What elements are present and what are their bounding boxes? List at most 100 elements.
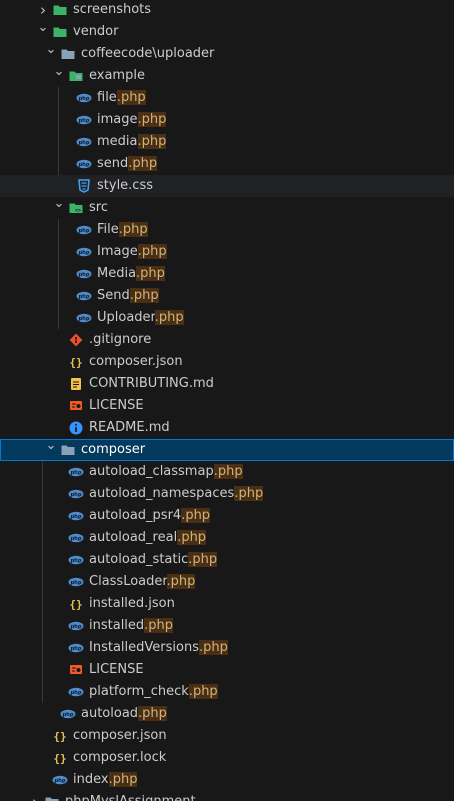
svg-text:php: php	[78, 272, 89, 278]
tree-file-row[interactable]: {} composer.lock	[0, 747, 454, 769]
tree-file-row[interactable]: README.md	[0, 417, 454, 439]
chevron-down-icon[interactable]: ⌄	[51, 61, 67, 83]
tree-folder-row[interactable]: › phpMyslAssignment	[0, 791, 454, 801]
name-text: image	[97, 112, 138, 127]
example-folder-icon	[68, 68, 84, 84]
tree-file-row[interactable]: php ClassLoader.php	[0, 571, 454, 593]
extension-text: .php	[166, 574, 196, 589]
tree-file-row[interactable]: php autoload_namespaces.php	[0, 483, 454, 505]
extension-text: .php	[129, 288, 159, 303]
php-file-icon: php	[68, 486, 84, 502]
svg-text:php: php	[70, 492, 81, 498]
extension-text: .php	[108, 772, 138, 787]
src-folder-icon: <>	[68, 200, 84, 216]
name-text: LICENSE	[89, 398, 144, 413]
svg-text:php: php	[54, 778, 65, 784]
file-name: File.php	[97, 219, 148, 241]
tree-file-row[interactable]: php media.php	[0, 131, 454, 153]
vendor-folder-icon	[52, 24, 68, 40]
tree-file-row[interactable]: php Uploader.php	[0, 307, 454, 329]
tree-file-row[interactable]: LICENSE	[0, 395, 454, 417]
tree-file-row[interactable]: php autoload_real.php	[0, 527, 454, 549]
chevron-down-icon[interactable]: ⌄	[51, 193, 67, 215]
tree-file-row[interactable]: php installed.php	[0, 615, 454, 637]
tree-folder-row[interactable]: › screenshots	[0, 0, 454, 21]
file-name: autoload_namespaces.php	[89, 483, 264, 505]
tree-file-row[interactable]: LICENSE	[0, 659, 454, 681]
svg-text:php: php	[78, 162, 89, 168]
tree-file-row[interactable]: php autoload.php	[0, 703, 454, 725]
tree-file-row[interactable]: php autoload_static.php	[0, 549, 454, 571]
name-text: media	[97, 134, 138, 149]
name-text: coffeecode\uploader	[81, 46, 215, 61]
extension-text: .php	[118, 222, 148, 237]
svg-text:php: php	[70, 470, 81, 476]
svg-text:php: php	[78, 140, 89, 146]
chevron-right-icon[interactable]: ›	[27, 791, 43, 801]
tree-file-row[interactable]: style.css	[0, 175, 454, 197]
tree-folder-row[interactable]: ⌄ coffeecode\uploader	[0, 42, 454, 65]
tree-folder-row[interactable]: ⌄ composer	[0, 438, 454, 461]
chevron-down-icon[interactable]: ⌄	[35, 17, 51, 39]
tree-file-row[interactable]: php platform_check.php	[0, 681, 454, 703]
tree-file-row[interactable]: php send.php	[0, 153, 454, 175]
tree-file-row[interactable]: php autoload_psr4.php	[0, 505, 454, 527]
file-name: Uploader.php	[97, 307, 184, 329]
tree-file-row[interactable]: php File.php	[0, 219, 454, 241]
tree-file-row[interactable]: {} installed.json	[0, 593, 454, 615]
tree-file-row[interactable]: php Media.php	[0, 263, 454, 285]
tree-folder-row[interactable]: ⌄ <> src	[0, 196, 454, 219]
svg-text:php: php	[70, 580, 81, 586]
chevron-down-icon[interactable]: ⌄	[43, 39, 59, 61]
file-name: InstalledVersions.php	[89, 637, 228, 659]
php-file-icon: php	[68, 640, 84, 656]
tree-file-row[interactable]: {} composer.json	[0, 725, 454, 747]
tree-file-row[interactable]: php image.php	[0, 109, 454, 131]
name-text: index	[73, 772, 109, 787]
name-text: InstalledVersions	[89, 640, 199, 655]
tree-file-row[interactable]: php file.php	[0, 87, 454, 109]
name-text: autoload_static	[89, 552, 189, 567]
folder-name: src	[89, 197, 108, 219]
file-name: platform_check.php	[89, 681, 218, 703]
extension-text: .php	[154, 310, 184, 325]
license-file-icon	[68, 398, 84, 414]
php-file-icon: php	[68, 574, 84, 590]
file-name: file.php	[97, 87, 146, 109]
extension-text: .php	[128, 156, 158, 171]
file-name: composer.json	[89, 351, 183, 373]
php-file-icon: php	[68, 684, 84, 700]
php-file-icon: php	[60, 706, 76, 722]
tree-file-row[interactable]: php autoload_classmap.php	[0, 461, 454, 483]
name-text: File	[97, 222, 119, 237]
tree-file-row[interactable]: php Image.php	[0, 241, 454, 263]
tree-file-row[interactable]: php index.php	[0, 769, 454, 791]
name-text: Send	[97, 288, 130, 303]
tree-folder-row[interactable]: ⌄ vendor	[0, 20, 454, 43]
name-text: Media	[97, 266, 137, 281]
php-file-icon: php	[76, 222, 92, 238]
extension-text: .php	[188, 684, 218, 699]
name-text: style.css	[97, 178, 153, 193]
extension-text: .php	[116, 90, 146, 105]
extension-text: .php	[181, 508, 211, 523]
tree-file-row[interactable]: .gitignore	[0, 329, 454, 351]
name-text: installed	[89, 618, 145, 633]
svg-text:{}: {}	[69, 356, 82, 369]
css-file-icon	[76, 178, 92, 194]
tree-folder-row[interactable]: ⌄ example	[0, 64, 454, 87]
svg-text:php: php	[70, 690, 81, 696]
tree-file-row[interactable]: php InstalledVersions.php	[0, 637, 454, 659]
tree-file-row[interactable]: {} composer.json	[0, 351, 454, 373]
file-name: README.md	[89, 417, 170, 439]
folder-open-icon	[60, 442, 76, 458]
file-name: CONTRIBUTING.md	[89, 373, 214, 395]
php-file-icon: php	[68, 530, 84, 546]
name-text: composer.json	[73, 728, 167, 743]
file-name: autoload.php	[81, 703, 167, 725]
extension-text: .php	[137, 112, 167, 127]
tree-file-row[interactable]: CONTRIBUTING.md	[0, 373, 454, 395]
tree-file-row[interactable]: php Send.php	[0, 285, 454, 307]
file-name: Image.php	[97, 241, 167, 263]
chevron-down-icon[interactable]: ⌄	[43, 435, 59, 457]
